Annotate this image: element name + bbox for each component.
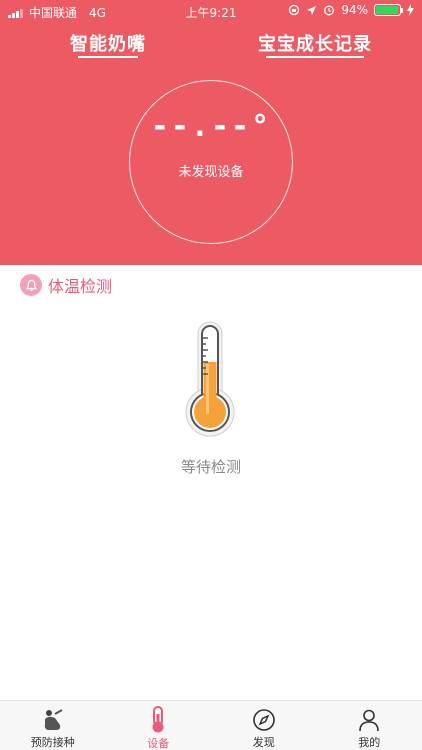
temperature-dial: --.--° 未发现设备	[129, 80, 293, 244]
tab-label: 宝宝成长记录	[258, 34, 372, 55]
header-panel: 中国联通 4G 上午9:21 94% 智能奶嘴 宝宝成长记录 --.--° 未发…	[0, 0, 422, 265]
bottom-nav: 预防接种 设备 发现 我的	[0, 700, 422, 750]
nav-label: 发现	[252, 736, 275, 749]
tab-underline	[78, 56, 138, 58]
bell-icon	[20, 274, 42, 296]
nav-label: 预防接种	[30, 736, 75, 749]
vaccine-icon	[39, 706, 67, 733]
nav-label: 我的	[358, 736, 381, 749]
charging-icon	[407, 4, 414, 16]
device-status: 未发现设备	[178, 165, 244, 180]
nav-item-mine[interactable]: 我的	[317, 701, 422, 750]
status-right: 94%	[288, 3, 414, 17]
device-thermometer-icon	[144, 706, 172, 734]
section-header: 体温检测	[20, 273, 112, 297]
thermometer-icon	[180, 320, 240, 440]
lock-rotation-icon	[289, 4, 300, 16]
nav-item-device[interactable]: 设备	[106, 701, 212, 750]
person-icon	[355, 706, 383, 733]
tab-smart-pacifier[interactable]: 智能奶嘴	[70, 30, 146, 58]
waiting-status: 等待检测	[180, 458, 241, 476]
nav-item-vaccination[interactable]: 预防接种	[0, 701, 106, 750]
section-title: 体温检测	[48, 277, 113, 296]
alarm-icon	[324, 5, 335, 16]
top-tabs: 智能奶嘴 宝宝成长记录	[0, 30, 422, 60]
tab-growth-record[interactable]: 宝宝成长记录	[258, 30, 372, 58]
temperature-reading: --.--°	[150, 109, 272, 144]
nav-label: 设备	[147, 737, 170, 750]
compass-icon	[250, 706, 278, 733]
tab-label: 智能奶嘴	[70, 34, 146, 55]
tab-underline	[266, 56, 364, 58]
status-bar: 中国联通 4G 上午9:21 94%	[0, 0, 422, 22]
battery-icon	[374, 4, 403, 16]
nav-item-discover[interactable]: 发现	[211, 701, 317, 750]
battery-percent: 94%	[341, 3, 368, 17]
location-icon	[307, 5, 317, 15]
